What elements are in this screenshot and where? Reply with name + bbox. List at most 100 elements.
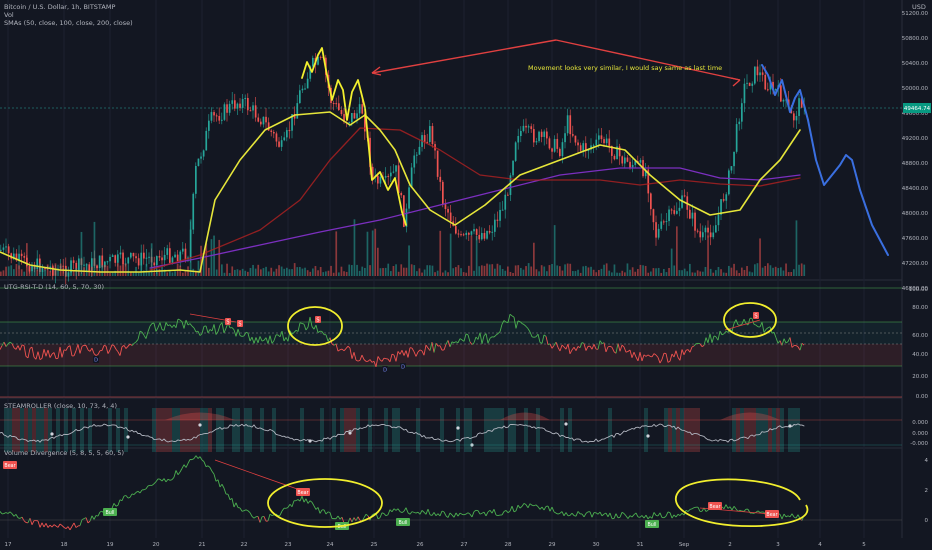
candle xyxy=(140,252,143,266)
candle xyxy=(564,133,566,143)
vdiv-segment xyxy=(691,507,695,510)
volume-bar xyxy=(335,231,338,276)
volume-bar xyxy=(379,268,382,276)
vol-label[interactable]: Vol xyxy=(4,11,14,19)
vdiv-segment xyxy=(787,515,791,518)
vdiv-segment xyxy=(667,511,671,514)
volume-bar xyxy=(512,272,514,276)
vdiv-segment xyxy=(213,474,217,482)
candle xyxy=(793,113,795,121)
volume-bar xyxy=(361,266,364,276)
candle xyxy=(655,222,657,238)
rsi-axis-label: 40.00 xyxy=(912,352,928,358)
candle xyxy=(98,255,101,269)
volume-bar xyxy=(720,269,722,276)
rsi-segment xyxy=(177,318,181,321)
candle xyxy=(208,120,210,131)
volume-bar xyxy=(210,239,213,276)
steam-band xyxy=(56,408,60,452)
volume-bar xyxy=(777,268,780,276)
volume-bar xyxy=(226,263,228,276)
vdiv-segment xyxy=(129,493,133,498)
volume-bar xyxy=(171,272,174,276)
vdiv-segment xyxy=(39,522,43,528)
candle xyxy=(192,193,195,230)
time-axis-label: 3 xyxy=(776,542,780,548)
vdiv-segment xyxy=(53,524,57,527)
vdiv-segment xyxy=(181,464,185,469)
volume-bar xyxy=(449,233,452,276)
volume-bar xyxy=(707,235,709,276)
candle xyxy=(254,105,257,118)
vdiv-segment xyxy=(191,458,195,461)
volume-bar xyxy=(293,263,296,276)
annotation-arrow xyxy=(555,39,741,81)
volume-bar xyxy=(184,271,187,276)
vdiv-segment xyxy=(15,514,19,519)
vdiv-segment xyxy=(179,468,183,473)
vdiv-segment xyxy=(477,510,481,515)
steam-band xyxy=(40,408,44,452)
vdiv-segment xyxy=(29,518,33,525)
volume-bar xyxy=(228,272,231,276)
volume-bar xyxy=(468,265,470,276)
rsi-segment xyxy=(103,345,107,347)
rsi-marker-text: D xyxy=(383,368,387,374)
candle xyxy=(533,129,535,143)
vdiv-segment xyxy=(733,506,737,510)
steam-band xyxy=(320,408,324,452)
volume-bar xyxy=(566,263,569,276)
candle xyxy=(504,194,507,210)
candle xyxy=(72,260,75,263)
chart-canvas[interactable]: 51200.0050800.0050400.0050000.0049600.00… xyxy=(0,0,932,550)
volume-bar xyxy=(491,264,494,276)
volume-bar xyxy=(291,269,293,276)
steam-band xyxy=(368,408,372,452)
vdiv-segment xyxy=(71,522,75,527)
vdiv-segment xyxy=(653,512,657,516)
volume-bar xyxy=(767,263,769,276)
volume-bar xyxy=(57,270,59,276)
vdiv-segment xyxy=(409,511,413,515)
candle xyxy=(650,193,652,210)
volume-bar xyxy=(533,242,535,276)
volume-bar xyxy=(62,267,65,276)
sma-label[interactable]: SMAs (50, close, 100, close, 200, close) xyxy=(4,19,133,27)
candle xyxy=(197,158,200,167)
vdiv-segment xyxy=(365,513,369,517)
vdiv-segment xyxy=(563,512,567,517)
volume-bar xyxy=(197,260,200,276)
candle xyxy=(652,209,655,223)
candle xyxy=(299,90,301,104)
steam-label[interactable]: STEAMROLLER (close, 10, 73, 4, 4) xyxy=(4,402,117,410)
steam-band xyxy=(28,408,32,452)
volume-bar xyxy=(548,265,551,276)
candle xyxy=(507,194,509,196)
vdiv-segment xyxy=(723,504,727,509)
volume-bar xyxy=(215,269,218,276)
rsi-label[interactable]: UTG-RSI-T-D (14, 60, 5, 70, 30) xyxy=(4,283,104,291)
vdiv-segment xyxy=(85,517,89,524)
volume-bar xyxy=(0,271,2,276)
vdiv-label[interactable]: Volume Divergence (5, 8, 5, 5, 60, 5) xyxy=(4,449,124,457)
candle xyxy=(280,140,283,147)
time-axis-label: 22 xyxy=(241,542,248,548)
candle xyxy=(696,230,699,232)
volume-bar xyxy=(538,271,540,276)
vdiv-segment xyxy=(537,506,541,510)
candle xyxy=(41,267,44,272)
vdiv-segment xyxy=(281,507,285,512)
volume-bar xyxy=(384,267,387,276)
steam-band xyxy=(464,408,468,452)
vdiv-segment xyxy=(609,512,613,519)
volume-bar xyxy=(418,268,421,276)
vdiv-segment xyxy=(793,516,797,519)
vdiv-segment xyxy=(241,510,245,512)
candle xyxy=(179,251,182,262)
candle xyxy=(231,100,234,104)
candle xyxy=(384,175,387,178)
candle xyxy=(202,150,205,157)
symbol-title[interactable]: Bitcoin / U.S. Dollar, 1h, BITSTAMP xyxy=(4,3,115,11)
candle xyxy=(735,124,738,152)
candle xyxy=(304,88,306,90)
